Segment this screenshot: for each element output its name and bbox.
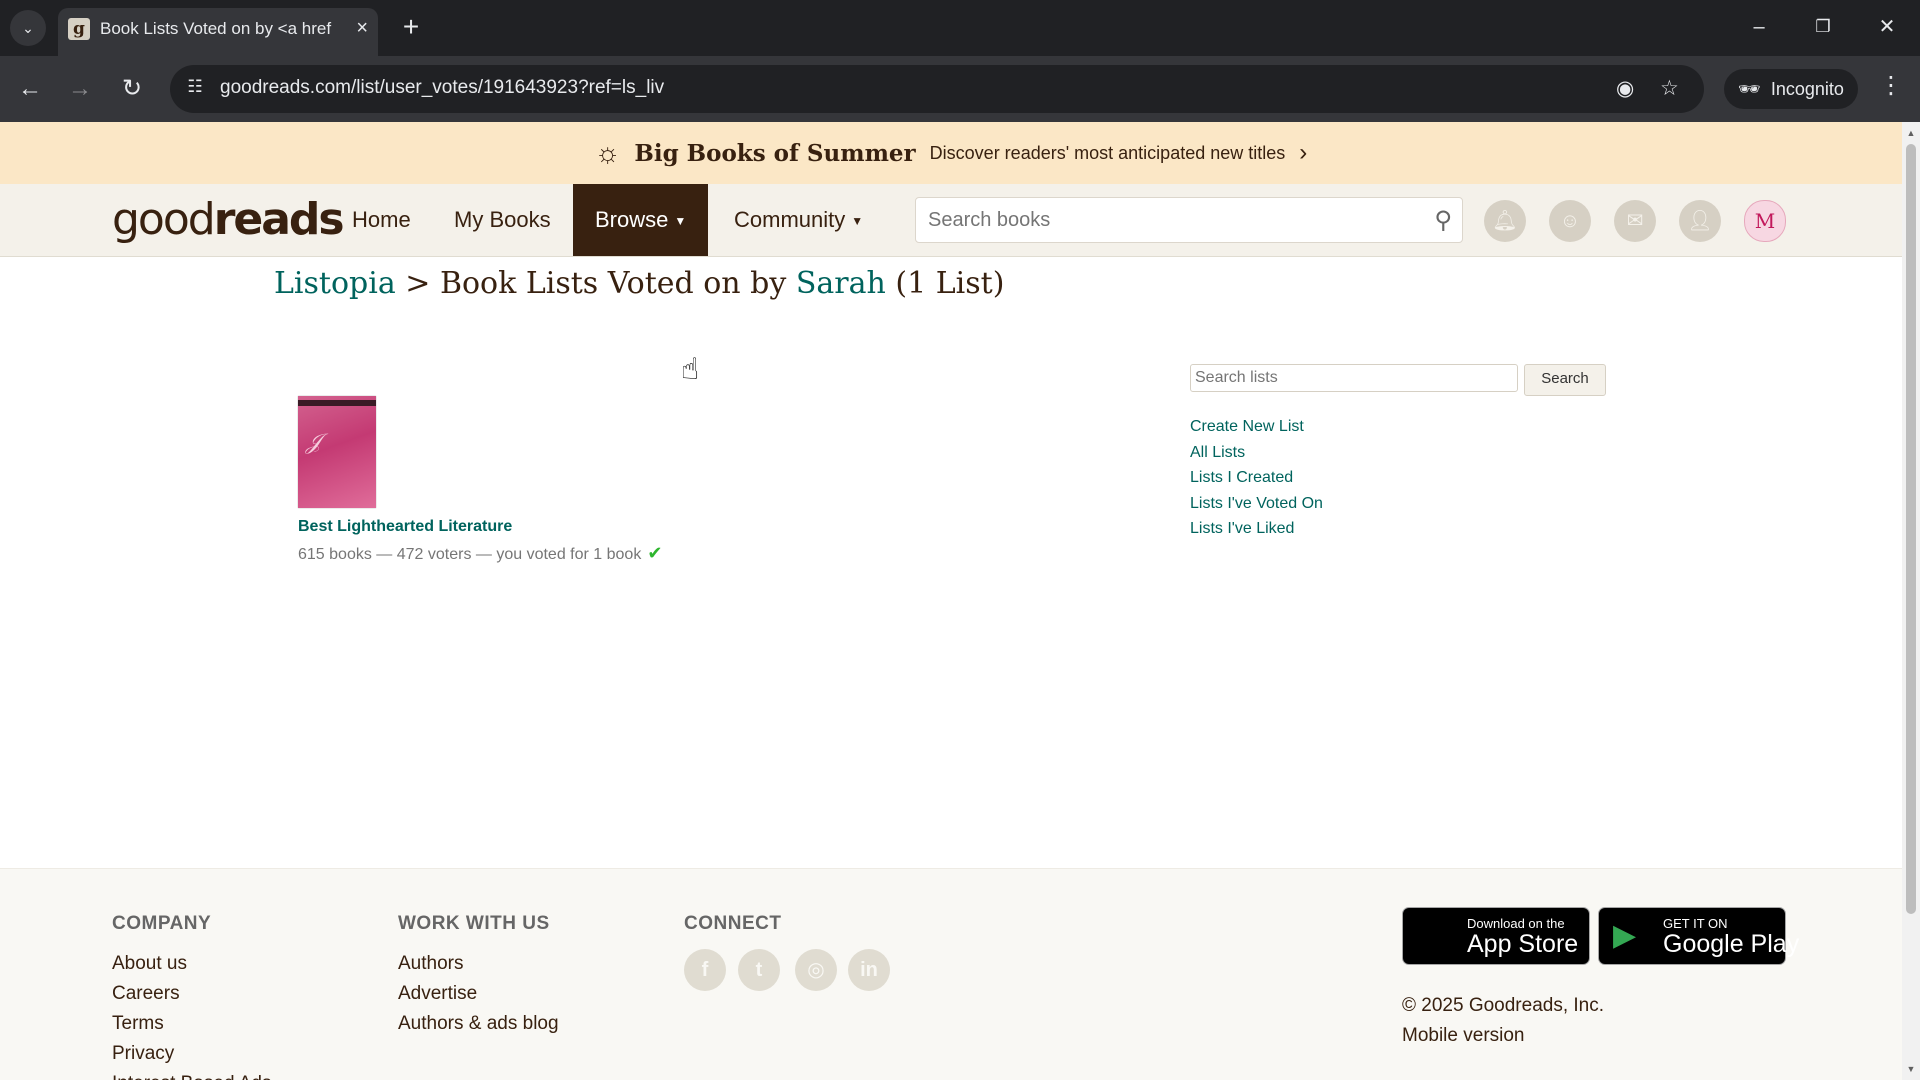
nav-community[interactable]: Community ▼ xyxy=(712,184,885,256)
incognito-label: Incognito xyxy=(1770,78,1844,99)
minimize-button[interactable]: – xyxy=(1736,10,1782,44)
arrow-left-icon: ← xyxy=(18,75,42,102)
address-bar[interactable]: ☷ goodreads.com/list/user_votes/19164392… xyxy=(170,65,1704,113)
page-title: Listopia > Book Lists Voted on by Sarah … xyxy=(274,266,1005,301)
footer-authors-link[interactable]: Authors xyxy=(398,949,559,979)
close-tab-icon[interactable]: × xyxy=(356,17,368,40)
browser-menu-icon[interactable]: ⋮ xyxy=(1876,71,1906,100)
list-stats: 615 books — 472 voters — you voted for 1… xyxy=(298,543,663,563)
create-new-list-link[interactable]: Create New List xyxy=(1190,418,1304,436)
linkedin-icon[interactable]: in xyxy=(848,949,890,991)
footer-terms-link[interactable]: Terms xyxy=(112,1009,272,1039)
browser-toolbar: ← → ↻ ☷ goodreads.com/list/user_votes/19… xyxy=(0,56,1920,122)
page-scrollbar[interactable]: ▲ ▼ xyxy=(1902,122,1920,1080)
restore-button[interactable]: ❐ xyxy=(1800,10,1846,44)
url-text[interactable]: goodreads.com/list/user_votes/191643923?… xyxy=(220,77,664,99)
listopia-link[interactable]: Listopia xyxy=(274,266,396,301)
list-title-link[interactable]: Best Lighthearted Literature xyxy=(298,518,512,536)
facebook-icon[interactable]: f xyxy=(684,949,726,991)
incognito-icon: 🕶 xyxy=(1738,78,1761,99)
goodreads-favicon-icon: g xyxy=(68,18,90,40)
tab-title: Book Lists Voted on by <a href xyxy=(100,19,332,38)
eye-slash-icon[interactable]: ◉ xyxy=(1616,76,1634,101)
site-info-icon[interactable]: ☷ xyxy=(184,77,206,99)
chevron-down-icon: ⌄ xyxy=(22,19,34,36)
scroll-up-icon[interactable]: ▲ xyxy=(1906,128,1916,138)
close-window-button[interactable]: ✕ xyxy=(1864,10,1910,44)
footer-work: WORK WITH US Authors Advertise Authors &… xyxy=(398,913,559,1039)
page-viewport: ☼ Big Books of Summer Discover readers' … xyxy=(0,122,1902,1080)
footer-connect: CONNECT xyxy=(684,913,782,934)
promo-subtitle: Discover readers' most anticipated new t… xyxy=(929,142,1286,163)
arrow-right-icon: → xyxy=(68,75,92,102)
browser-tab-active[interactable]: g Book Lists Voted on by <a href × xyxy=(58,8,378,56)
forward-button[interactable]: → xyxy=(62,71,98,107)
instagram-icon[interactable]: ◎ xyxy=(795,949,837,991)
search-books-box: ⚲ xyxy=(915,197,1463,243)
footer-advertise-link[interactable]: Advertise xyxy=(398,979,559,1009)
mouse-cursor: ☝ xyxy=(681,353,700,386)
scrollbar-thumb[interactable] xyxy=(1906,144,1916,914)
discussions-icon[interactable]: ☺ xyxy=(1549,200,1591,242)
back-button[interactable]: ← xyxy=(12,71,48,107)
footer-interest-ads-link[interactable]: Interest Based Ads xyxy=(112,1069,272,1080)
footer-about-link[interactable]: About us xyxy=(112,949,272,979)
nav-browse[interactable]: Browse ▼ xyxy=(573,184,709,256)
mobile-version-link[interactable]: Mobile version xyxy=(1402,1025,1525,1047)
lists-voted-on-link[interactable]: Lists I've Voted On xyxy=(1190,495,1323,513)
caret-down-icon: ▼ xyxy=(851,214,864,229)
nav-my-books[interactable]: My Books xyxy=(432,184,573,256)
list-cover-image[interactable]: 𝒥 xyxy=(298,396,376,508)
lists-liked-link[interactable]: Lists I've Liked xyxy=(1190,520,1294,538)
promo-title: Big Books of Summer xyxy=(634,139,916,167)
footer-careers-link[interactable]: Careers xyxy=(112,979,272,1009)
lists-i-created-link[interactable]: Lists I Created xyxy=(1190,469,1293,487)
search-books-input[interactable] xyxy=(926,203,1420,237)
site-footer: COMPANY About us Careers Terms Privacy I… xyxy=(0,868,1902,1080)
incognito-indicator[interactable]: 🕶 Incognito xyxy=(1724,69,1858,109)
footer-company: COMPANY About us Careers Terms Privacy I… xyxy=(112,913,272,1080)
sun-book-icon: ☼ xyxy=(594,137,621,168)
app-store-badge[interactable]: Download on the App Store xyxy=(1402,907,1590,965)
new-tab-button[interactable]: + xyxy=(396,10,426,44)
bookmark-star-icon[interactable]: ☆ xyxy=(1660,76,1679,101)
search-lists-input[interactable] xyxy=(1190,364,1518,392)
footer-ads-blog-link[interactable]: Authors & ads blog xyxy=(398,1009,559,1039)
user-avatar[interactable]: M xyxy=(1744,200,1786,242)
voted-check-icon: ✔ xyxy=(647,543,663,563)
scroll-down-icon[interactable]: ▼ xyxy=(1906,1064,1916,1074)
nav-home[interactable]: Home xyxy=(330,184,433,256)
twitter-icon[interactable]: t xyxy=(738,949,780,991)
reload-icon: ↻ xyxy=(121,75,143,102)
reload-button[interactable]: ↻ xyxy=(114,71,150,107)
goodreads-logo[interactable]: goodreads xyxy=(112,194,345,245)
cover-artwork: 𝒥 xyxy=(306,430,322,455)
all-lists-link[interactable]: All Lists xyxy=(1190,444,1245,462)
site-header: goodreads Home My Books Browse ▼ Communit… xyxy=(0,184,1902,257)
caret-down-icon: ▼ xyxy=(674,214,687,229)
search-lists-button[interactable]: Search xyxy=(1524,364,1606,396)
user-name-link[interactable]: Sarah xyxy=(796,266,886,301)
google-play-icon: ▶ xyxy=(1613,919,1637,952)
tab-search-button[interactable]: ⌄ xyxy=(10,10,46,46)
browser-tab-bar: ⌄ g Book Lists Voted on by <a href × + –… xyxy=(0,0,1920,56)
search-icon[interactable]: ⚲ xyxy=(1434,206,1452,235)
footer-privacy-link[interactable]: Privacy xyxy=(112,1039,272,1069)
notifications-bell-icon[interactable]: 🔔︎ xyxy=(1484,200,1526,242)
chevron-right-icon: › xyxy=(1299,139,1308,166)
messages-envelope-icon[interactable]: ✉ xyxy=(1614,200,1656,242)
copyright-text: © 2025 Goodreads, Inc. xyxy=(1402,995,1605,1016)
friends-icon[interactable]: 👤︎ xyxy=(1679,200,1721,242)
promo-banner[interactable]: ☼ Big Books of Summer Discover readers' … xyxy=(0,122,1902,184)
google-play-badge[interactable]: ▶ GET IT ON Google Play xyxy=(1598,907,1799,965)
